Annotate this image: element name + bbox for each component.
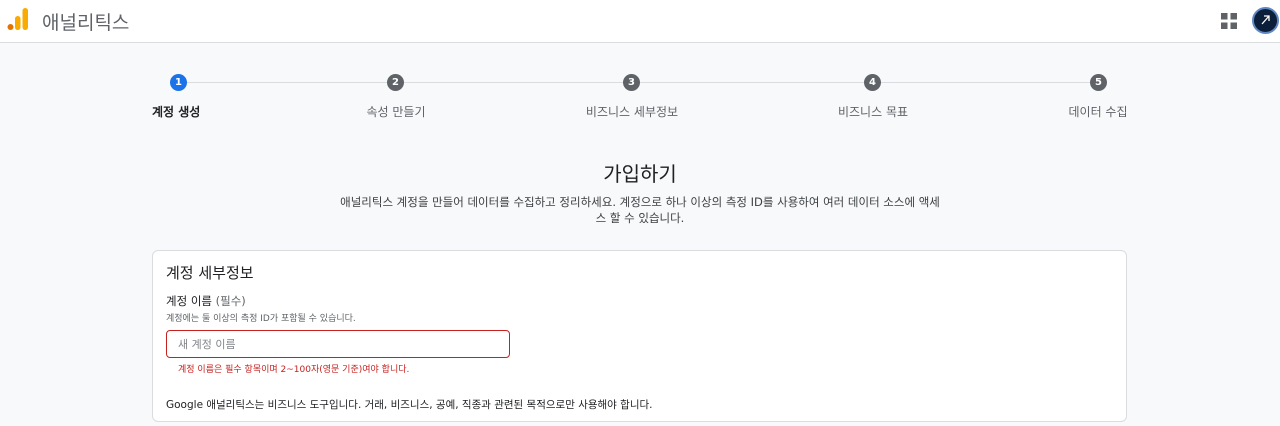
account-name-error: 계정 이름은 필수 항목이며 2~100자(영문 기준)여야 합니다.	[178, 365, 410, 375]
apps-grid-icon[interactable]	[1220, 12, 1238, 30]
app-title: 애널리틱스	[42, 12, 130, 34]
page-description: 애널리틱스 계정을 만들어 데이터를 수집하고 정리하세요. 계정으로 하나 이…	[340, 195, 940, 225]
account-details-card: 계정 세부정보 계정 이름 (필수) 계정에는 둘 이상의 측정 ID가 포함될…	[152, 250, 1127, 422]
required-indicator: (필수)	[215, 294, 246, 308]
step-1-indicator: 1	[170, 74, 187, 91]
account-name-hint: 계정에는 둘 이상의 측정 ID가 포함될 수 있습니다.	[166, 314, 356, 324]
step-3-indicator: 3	[623, 74, 640, 91]
account-name-input[interactable]	[166, 330, 510, 358]
page-title: 가입하기	[603, 162, 677, 186]
usage-notice: Google 애널리틱스는 비즈니스 도구입니다. 거래, 비즈니스, 공예, …	[166, 399, 653, 411]
account-name-label-text: 계정 이름	[166, 294, 212, 308]
step-3-label: 비즈니스 세부정보	[585, 105, 679, 119]
analytics-logo-icon[interactable]	[7, 7, 29, 31]
account-avatar-icon[interactable]	[1252, 7, 1279, 34]
step-2-label: 속성 만들기	[366, 105, 426, 119]
account-name-label: 계정 이름 (필수)	[166, 293, 246, 309]
top-app-bar: 애널리틱스	[0, 0, 1280, 43]
step-1-label: 계정 생성	[152, 105, 201, 119]
step-5-label: 데이터 수집	[1068, 105, 1128, 119]
step-2-indicator: 2	[387, 74, 404, 91]
step-5-indicator: 5	[1090, 74, 1107, 91]
step-4-label: 비즈니스 목표	[837, 105, 909, 119]
step-4-indicator: 4	[864, 74, 881, 91]
card-title: 계정 세부정보	[166, 264, 254, 282]
